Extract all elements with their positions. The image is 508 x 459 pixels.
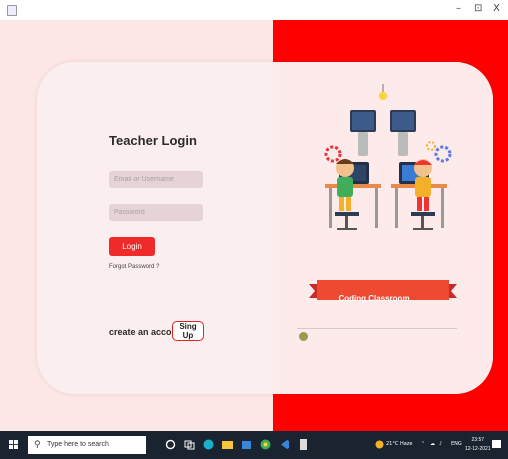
edge-browser-icon[interactable] [203,439,214,450]
footer-logo-icon [299,332,308,341]
clock-date: 12-12-2021 [465,446,491,452]
notepad-icon[interactable] [298,439,309,450]
password-field[interactable] [109,204,203,221]
file-explorer-icon[interactable] [222,439,233,450]
taskbar-clock[interactable]: 23:57 12-12-2021 [465,436,491,454]
search-icon: ⚲ [34,440,41,450]
login-title: Teacher Login [109,133,197,148]
notifications-icon[interactable] [492,440,501,449]
maximize-button[interactable]: ⊡ [474,3,482,14]
language-indicator[interactable]: ENG [451,441,462,447]
cortana-icon[interactable] [165,439,176,450]
email-field[interactable] [109,171,203,188]
volume-icon[interactable]: ♪ [439,441,442,447]
illustration-footer [297,328,457,351]
weather-icon[interactable] [375,440,384,449]
tray-chevron-icon[interactable]: ⌃ [421,441,425,447]
clock-time: 23:57 [471,437,485,443]
login-card: Teacher Login Login Forgot Password ? cr… [37,62,493,394]
minimize-button[interactable]: – [456,3,461,14]
weather-text[interactable]: 21°C Haze [386,441,412,447]
login-button[interactable]: Login [109,237,155,256]
taskbar: ⚲ Type here to search 21°C Haze ⌃ ☁ ♪ EN… [0,431,508,459]
chrome-icon[interactable] [260,439,271,450]
illustration-banner-text: Coding Classroom [338,294,410,303]
coding-classroom-illustration [309,84,457,300]
task-view-icon[interactable] [184,439,195,450]
network-icon[interactable]: ☁ [430,441,435,447]
taskbar-search[interactable]: ⚲ Type here to search [28,436,146,454]
store-icon[interactable] [241,439,252,450]
app-icon [7,5,17,16]
windows-start-icon[interactable] [9,440,18,449]
close-button[interactable]: X [493,3,500,14]
taskbar-search-placeholder: Type here to search [47,441,109,448]
forgot-password-link[interactable]: Forgot Password ? [109,264,159,270]
vscode-icon[interactable] [279,439,290,450]
signup-button[interactable]: Sing Up [172,321,204,341]
window-title-bar: – ⊡ X [0,0,508,20]
